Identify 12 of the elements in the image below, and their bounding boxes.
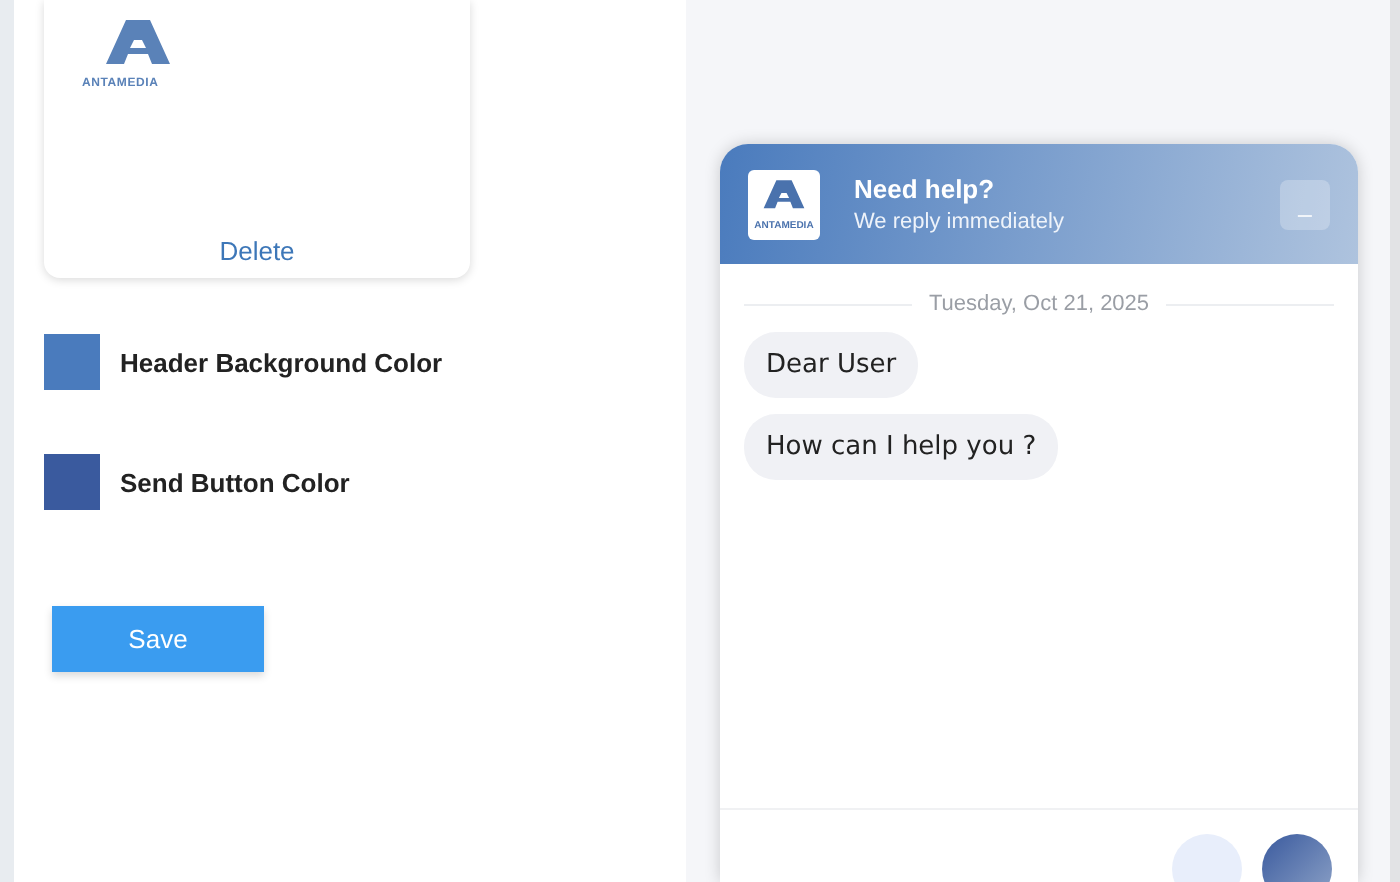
save-button[interactable]: Save	[52, 606, 264, 672]
color-swatch[interactable]	[44, 454, 100, 510]
minimize-button[interactable]: _	[1280, 179, 1330, 229]
delete-link[interactable]: Delete	[219, 236, 295, 266]
chat-title: Need help?	[854, 174, 997, 204]
color-label: Send Button Color	[120, 467, 350, 497]
color-label: Header Background Color	[120, 347, 443, 377]
message-bubble: Dear User	[744, 332, 919, 398]
message-bubble: How can I help you ?	[744, 414, 1059, 480]
color-swatch[interactable]	[44, 334, 100, 390]
date-separator: Tuesday, Oct 21, 2025	[928, 292, 1150, 316]
chat-subtitle: We reply immediately	[854, 210, 1066, 234]
